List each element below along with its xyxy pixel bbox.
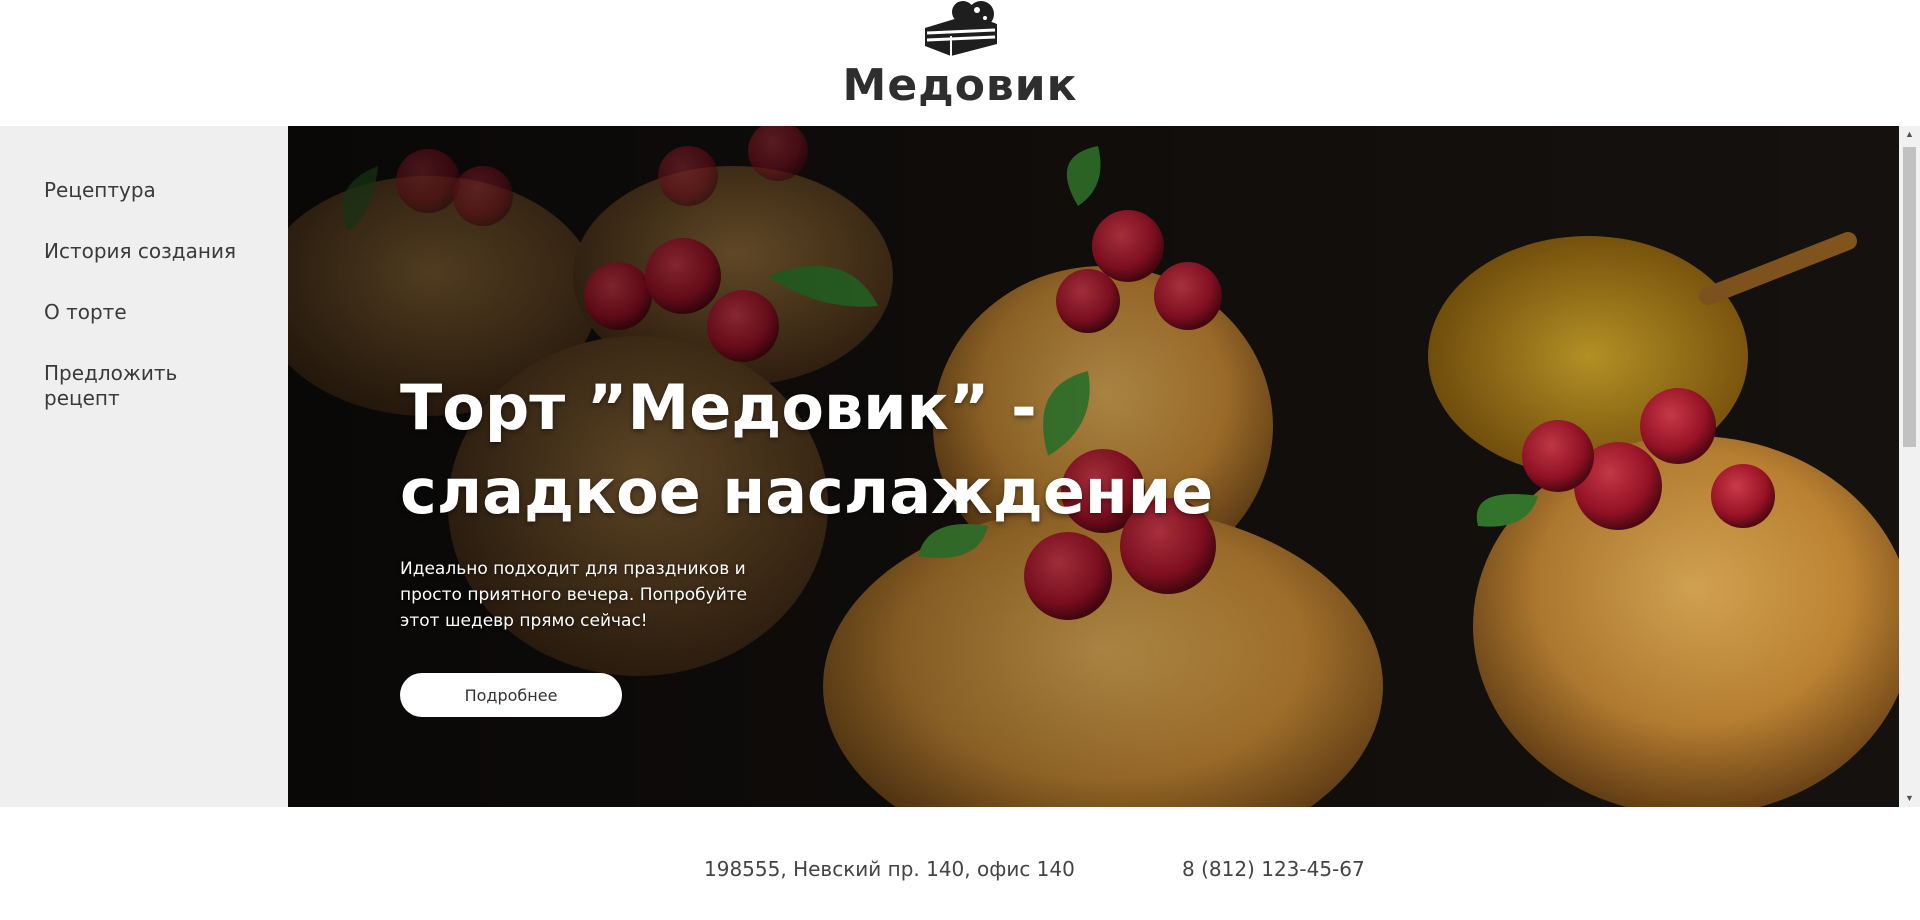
hero-description: Идеально подходит для праздников и прост…	[400, 559, 748, 631]
site-footer: 198555, Невский пр. 140, офис 140 8 (812…	[0, 807, 1920, 920]
cake-slice-icon[interactable]	[919, 0, 1001, 56]
sidebar-item-about[interactable]: О торте	[44, 300, 274, 325]
scroll-down-arrow-icon[interactable]: ▼	[1899, 790, 1920, 807]
scroll-thumb[interactable]	[1903, 147, 1916, 447]
scroll-up-arrow-icon[interactable]: ▲	[1899, 126, 1920, 143]
footer-address: 198555, Невский пр. 140, офис 140	[704, 857, 1075, 881]
sidebar-item-suggest-recipe[interactable]: Предложить рецепт	[44, 361, 194, 411]
hero-section: Торт ”Медовик” - сладкое наслаждение Иде…	[288, 126, 1899, 807]
sidebar-item-history[interactable]: История создания	[44, 239, 274, 264]
hero-title-line-2: сладкое наслаждение	[400, 455, 1214, 528]
sidebar-nav: Рецептура История создания О торте Предл…	[44, 178, 274, 447]
more-details-button[interactable]: Подробнее	[400, 673, 622, 717]
site-header: Медовик	[0, 0, 1920, 126]
hero-title: Торт ”Медовик” - сладкое наслаждение	[400, 366, 1300, 534]
sidebar-item-recipe[interactable]: Рецептура	[44, 178, 274, 203]
hero-title-line-1: Торт ”Медовик” -	[400, 371, 1037, 444]
footer-phone[interactable]: 8 (812) 123-45-67	[1182, 857, 1365, 881]
site-title: Медовик	[842, 60, 1078, 111]
sidebar: Рецептура История создания О торте Предл…	[0, 126, 288, 807]
page-scrollbar[interactable]: ▲ ▼	[1899, 126, 1920, 807]
